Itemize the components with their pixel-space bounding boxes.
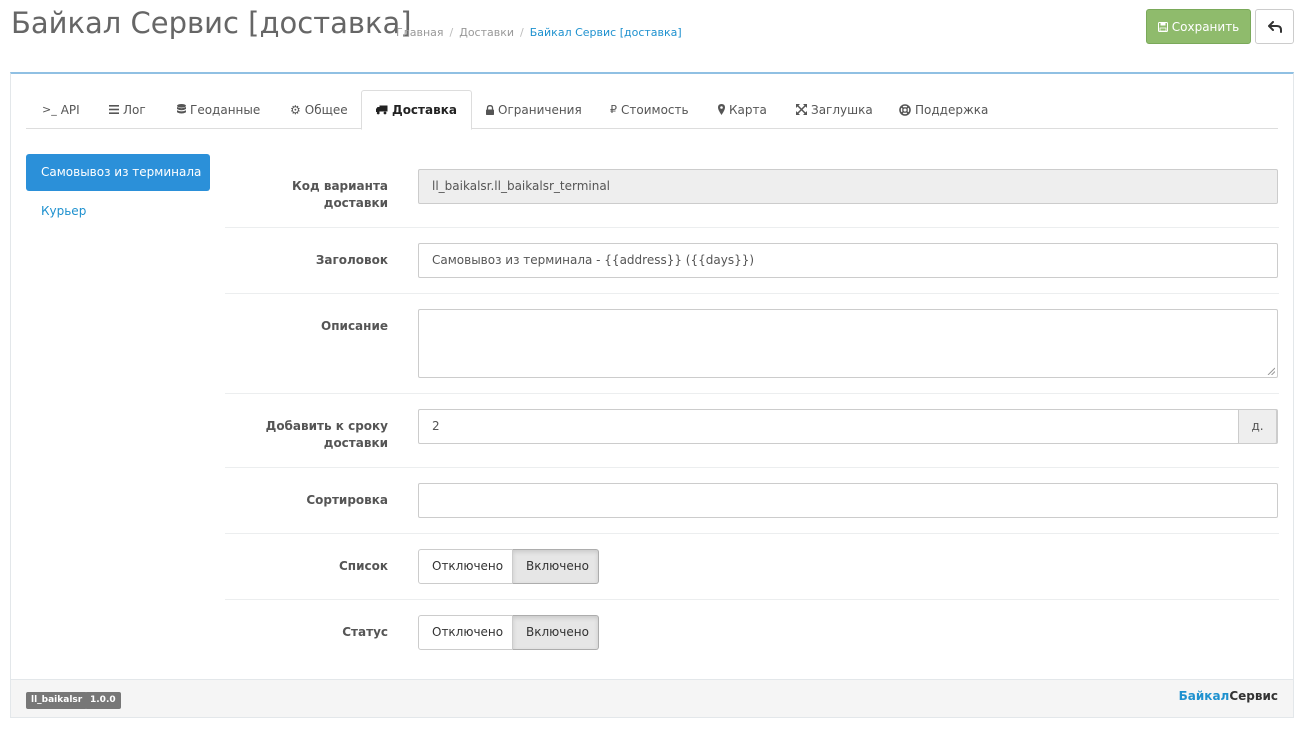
reply-icon [1267, 20, 1282, 33]
add-days-label-line1: Добавить к сроку [265, 419, 388, 433]
version-badge: 1.0.0 [85, 692, 121, 709]
tab-label: Заглушка [811, 102, 873, 117]
list-toggle: Отключено Включено [418, 549, 599, 584]
map-marker-icon [718, 104, 725, 115]
tab-label: Поддержка [915, 102, 989, 117]
breadcrumb-deliveries[interactable]: Доставки [459, 26, 514, 39]
description-textarea[interactable] [418, 309, 1278, 378]
status-label: Статус [342, 625, 388, 639]
module-code-badge: ll_baikalsr [26, 692, 88, 709]
add-days-input[interactable]: 2 д. [418, 409, 1278, 444]
status-off-button[interactable]: Отключено [418, 615, 513, 650]
tab-label: Доставка [392, 103, 457, 117]
breadcrumb-separator: / [449, 26, 454, 39]
brand-part2: Сервис [1229, 689, 1278, 703]
save-icon [1157, 21, 1168, 32]
add-days-label: Добавить к сроку доставки [225, 418, 388, 452]
delivery-variant-list: Самовывоз из терминала Курьер [26, 154, 210, 230]
list-on-button[interactable]: Включено [513, 549, 599, 584]
tab-label: Лог [123, 102, 146, 117]
ruble-icon: ₽ [610, 103, 617, 116]
tab-log[interactable]: Лог [108, 90, 147, 129]
breadcrumb: Главная / Доставки / Байкал Сервис [доставка… [396, 26, 682, 39]
sort-label: Сортировка [306, 493, 388, 507]
bars-icon [109, 105, 119, 114]
tab-label: Геоданные [190, 102, 261, 117]
tab-stub[interactable]: Заглушка [795, 90, 874, 129]
status-toggle: Отключено Включено [418, 615, 599, 650]
sort-input[interactable] [418, 483, 1278, 518]
brand-part1: Байкал [1178, 689, 1230, 703]
terminal-icon: >_ [42, 103, 57, 116]
arrows-icon [796, 104, 807, 115]
tab-label: API [60, 102, 80, 117]
tab-label: Карта [729, 102, 767, 117]
tab-general[interactable]: ⚙ Общее [289, 90, 349, 129]
save-button[interactable]: Сохранить [1146, 9, 1251, 44]
heading-label: Заголовок [315, 253, 388, 267]
life-ring-icon [899, 103, 911, 116]
heading-input[interactable]: Самовывоз из терминала - {{address}} ({{… [418, 243, 1278, 278]
tab-label: Стоимость [621, 102, 689, 117]
list-label: Список [338, 559, 388, 573]
tab-support[interactable]: Поддержка [898, 90, 989, 129]
list-off-button[interactable]: Отключено [418, 549, 513, 584]
gear-icon: ⚙ [290, 102, 301, 117]
tab-delivery[interactable]: Доставка [361, 90, 472, 130]
tab-bar: >_ API Лог Геоданные ⚙ Общее Доставка Ог… [26, 90, 1278, 130]
save-button-label: Сохранить [1171, 19, 1240, 34]
add-days-value: 2 [432, 419, 440, 433]
back-button[interactable] [1255, 9, 1294, 44]
code-value: ll_baikalsr.ll_baikalsr_terminal [432, 179, 611, 193]
delivery-form: Код варианта доставки ll_baikalsr.ll_bai… [225, 154, 1279, 666]
page-title: Байкал Сервис [доставка] [11, 6, 412, 40]
form-row-list: Список Отключено Включено [225, 534, 1279, 600]
tab-restrictions[interactable]: Ограничения [485, 90, 583, 129]
form-row-description: Описание [225, 294, 1279, 394]
breadcrumb-home[interactable]: Главная [396, 26, 444, 39]
form-row-status: Статус Отключено Включено [225, 600, 1279, 666]
tab-cost[interactable]: ₽ Стоимость [609, 90, 690, 129]
sidebar-item-pickup-terminal[interactable]: Самовывоз из терминала [26, 154, 210, 191]
main-panel: >_ API Лог Геоданные ⚙ Общее Доставка Ог… [10, 72, 1294, 718]
description-label: Описание [321, 319, 388, 333]
tab-geodata[interactable]: Геоданные [176, 90, 261, 129]
brand-logo: БайкалСервис [1179, 689, 1278, 703]
tab-api[interactable]: >_ API [41, 90, 81, 129]
days-addon: д. [1238, 409, 1277, 444]
lock-icon [486, 104, 494, 115]
code-field[interactable]: ll_baikalsr.ll_baikalsr_terminal [418, 169, 1278, 204]
form-row-sort: Сортировка [225, 468, 1279, 534]
breadcrumb-current[interactable]: Байкал Сервис [доставка] [530, 26, 682, 39]
sidebar-item-courier[interactable]: Курьер [26, 193, 210, 230]
heading-value: Самовывоз из терминала - {{address}} ({{… [432, 253, 755, 267]
resize-handle-icon[interactable] [1267, 367, 1275, 375]
code-label-line1: Код варианта [291, 179, 388, 193]
code-label: Код варианта доставки [225, 178, 388, 212]
form-row-heading: Заголовок Самовывоз из терминала - {{add… [225, 228, 1279, 294]
tab-map[interactable]: Карта [717, 90, 768, 129]
tab-label: Ограничения [498, 102, 582, 117]
tab-label: Общее [304, 102, 348, 117]
status-on-button[interactable]: Включено [513, 615, 599, 650]
add-days-label-line2: доставки [323, 436, 388, 450]
truck-icon [376, 105, 388, 115]
breadcrumb-separator: / [520, 26, 524, 39]
panel-footer: ll_baikalsr 1.0.0 БайкалСервис [11, 679, 1293, 717]
form-row-add-days: Добавить к сроку доставки 2 д. [225, 394, 1279, 468]
database-icon [177, 104, 186, 115]
form-row-code: Код варианта доставки ll_baikalsr.ll_bai… [225, 154, 1279, 228]
code-label-line2: доставки [323, 196, 388, 210]
